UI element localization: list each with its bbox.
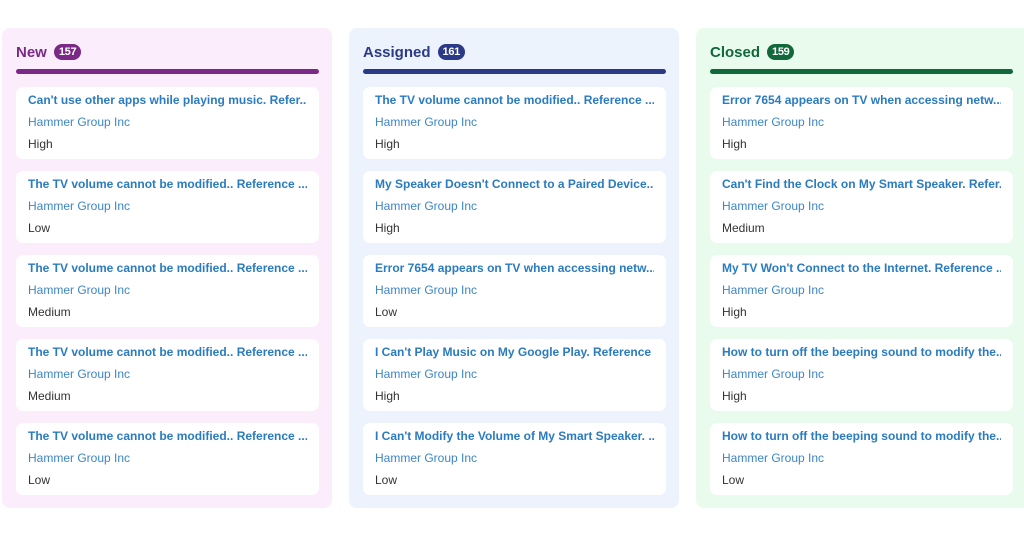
- column-count-badge: 161: [437, 44, 465, 60]
- column-count-badge: 159: [767, 44, 795, 60]
- column-header: New 157: [16, 28, 318, 66]
- ticket-title[interactable]: Can't Find the Clock on My Smart Speaker…: [722, 177, 1001, 192]
- ticket-company[interactable]: Hammer Group Inc: [375, 367, 654, 382]
- ticket-company[interactable]: Hammer Group Inc: [722, 451, 1001, 466]
- ticket-company[interactable]: Hammer Group Inc: [28, 451, 307, 466]
- ticket-company[interactable]: Hammer Group Inc: [722, 367, 1001, 382]
- ticket-company[interactable]: Hammer Group Inc: [28, 115, 307, 130]
- ticket-priority: Low: [375, 305, 398, 319]
- ticket-card[interactable]: I Can't Play Music on My Google Play. Re…: [363, 339, 666, 411]
- ticket-company[interactable]: Hammer Group Inc: [375, 451, 654, 466]
- ticket-priority: High: [375, 137, 400, 151]
- ticket-title[interactable]: Can't use other apps while playing music…: [28, 93, 307, 108]
- ticket-card[interactable]: My Speaker Doesn't Connect to a Paired D…: [363, 171, 666, 243]
- ticket-priority: High: [722, 305, 747, 319]
- ticket-title[interactable]: How to turn off the beeping sound to mod…: [722, 429, 1001, 444]
- ticket-title[interactable]: Error 7654 appears on TV when accessing …: [375, 261, 654, 276]
- column-count-badge: 157: [53, 44, 82, 60]
- ticket-priority: High: [375, 221, 400, 235]
- ticket-card[interactable]: My TV Won't Connect to the Internet. Ref…: [710, 255, 1013, 327]
- ticket-title[interactable]: The TV volume cannot be modified.. Refer…: [28, 345, 307, 360]
- ticket-company[interactable]: Hammer Group Inc: [375, 283, 654, 298]
- column-header: Closed 159: [710, 28, 1022, 66]
- ticket-priority: High: [722, 137, 747, 151]
- ticket-title[interactable]: How to turn off the beeping sound to mod…: [722, 345, 1001, 360]
- ticket-title[interactable]: The TV volume cannot be modified.. Refer…: [28, 429, 307, 444]
- ticket-card[interactable]: Error 7654 appears on TV when accessing …: [710, 87, 1013, 159]
- ticket-company[interactable]: Hammer Group Inc: [28, 199, 307, 214]
- ticket-title[interactable]: The TV volume cannot be modified.. Refer…: [28, 177, 307, 192]
- ticket-title[interactable]: The TV volume cannot be modified.. Refer…: [28, 261, 307, 276]
- ticket-title[interactable]: I Can't Modify the Volume of My Smart Sp…: [375, 429, 654, 444]
- ticket-card[interactable]: How to turn off the beeping sound to mod…: [710, 339, 1013, 411]
- ticket-priority: High: [722, 389, 747, 403]
- ticket-card[interactable]: Can't use other apps while playing music…: [16, 87, 319, 159]
- column-color-bar: [363, 69, 666, 74]
- ticket-company[interactable]: Hammer Group Inc: [28, 283, 307, 298]
- ticket-priority: Low: [28, 473, 51, 487]
- ticket-company[interactable]: Hammer Group Inc: [722, 115, 1001, 130]
- column-assigned: Assigned 161 The TV volume cannot be mod…: [349, 28, 679, 508]
- column-closed: Closed 159 Error 7654 appears on TV when…: [696, 28, 1024, 508]
- ticket-priority: Low: [722, 473, 745, 487]
- ticket-company[interactable]: Hammer Group Inc: [28, 367, 307, 382]
- ticket-title[interactable]: The TV volume cannot be modified.. Refer…: [375, 93, 654, 108]
- column-color-bar: [16, 69, 319, 74]
- ticket-card[interactable]: Can't Find the Clock on My Smart Speaker…: [710, 171, 1013, 243]
- column-header: Assigned 161: [363, 28, 665, 66]
- ticket-title[interactable]: My TV Won't Connect to the Internet. Ref…: [722, 261, 1001, 276]
- ticket-priority: Medium: [28, 389, 71, 403]
- column-color-bar: [710, 69, 1013, 74]
- ticket-priority: Medium: [722, 221, 765, 235]
- ticket-company[interactable]: Hammer Group Inc: [375, 115, 654, 130]
- ticket-priority: Low: [28, 221, 51, 235]
- ticket-card[interactable]: The TV volume cannot be modified.. Refer…: [16, 171, 319, 243]
- ticket-card[interactable]: Error 7654 appears on TV when accessing …: [363, 255, 666, 327]
- column-title: Closed: [710, 43, 761, 61]
- ticket-company[interactable]: Hammer Group Inc: [722, 199, 1001, 214]
- ticket-card[interactable]: The TV volume cannot be modified.. Refer…: [16, 255, 319, 327]
- ticket-title[interactable]: Error 7654 appears on TV when accessing …: [722, 93, 1001, 108]
- ticket-card[interactable]: The TV volume cannot be modified.. Refer…: [363, 87, 666, 159]
- column-title: Assigned: [363, 43, 431, 61]
- ticket-company[interactable]: Hammer Group Inc: [375, 199, 654, 214]
- ticket-card[interactable]: The TV volume cannot be modified.. Refer…: [16, 423, 319, 495]
- ticket-company[interactable]: Hammer Group Inc: [722, 283, 1001, 298]
- ticket-card[interactable]: How to turn off the beeping sound to mod…: [710, 423, 1013, 495]
- ticket-priority: Medium: [28, 305, 71, 319]
- column-new: New 157 Can't use other apps while playi…: [2, 28, 332, 508]
- ticket-title[interactable]: My Speaker Doesn't Connect to a Paired D…: [375, 177, 654, 192]
- ticket-priority: High: [28, 137, 53, 151]
- ticket-priority: Low: [375, 473, 398, 487]
- column-title: New: [16, 43, 47, 61]
- ticket-priority: High: [375, 389, 400, 403]
- ticket-card[interactable]: The TV volume cannot be modified.. Refer…: [16, 339, 319, 411]
- ticket-title[interactable]: I Can't Play Music on My Google Play. Re…: [375, 345, 654, 360]
- ticket-card[interactable]: I Can't Modify the Volume of My Smart Sp…: [363, 423, 666, 495]
